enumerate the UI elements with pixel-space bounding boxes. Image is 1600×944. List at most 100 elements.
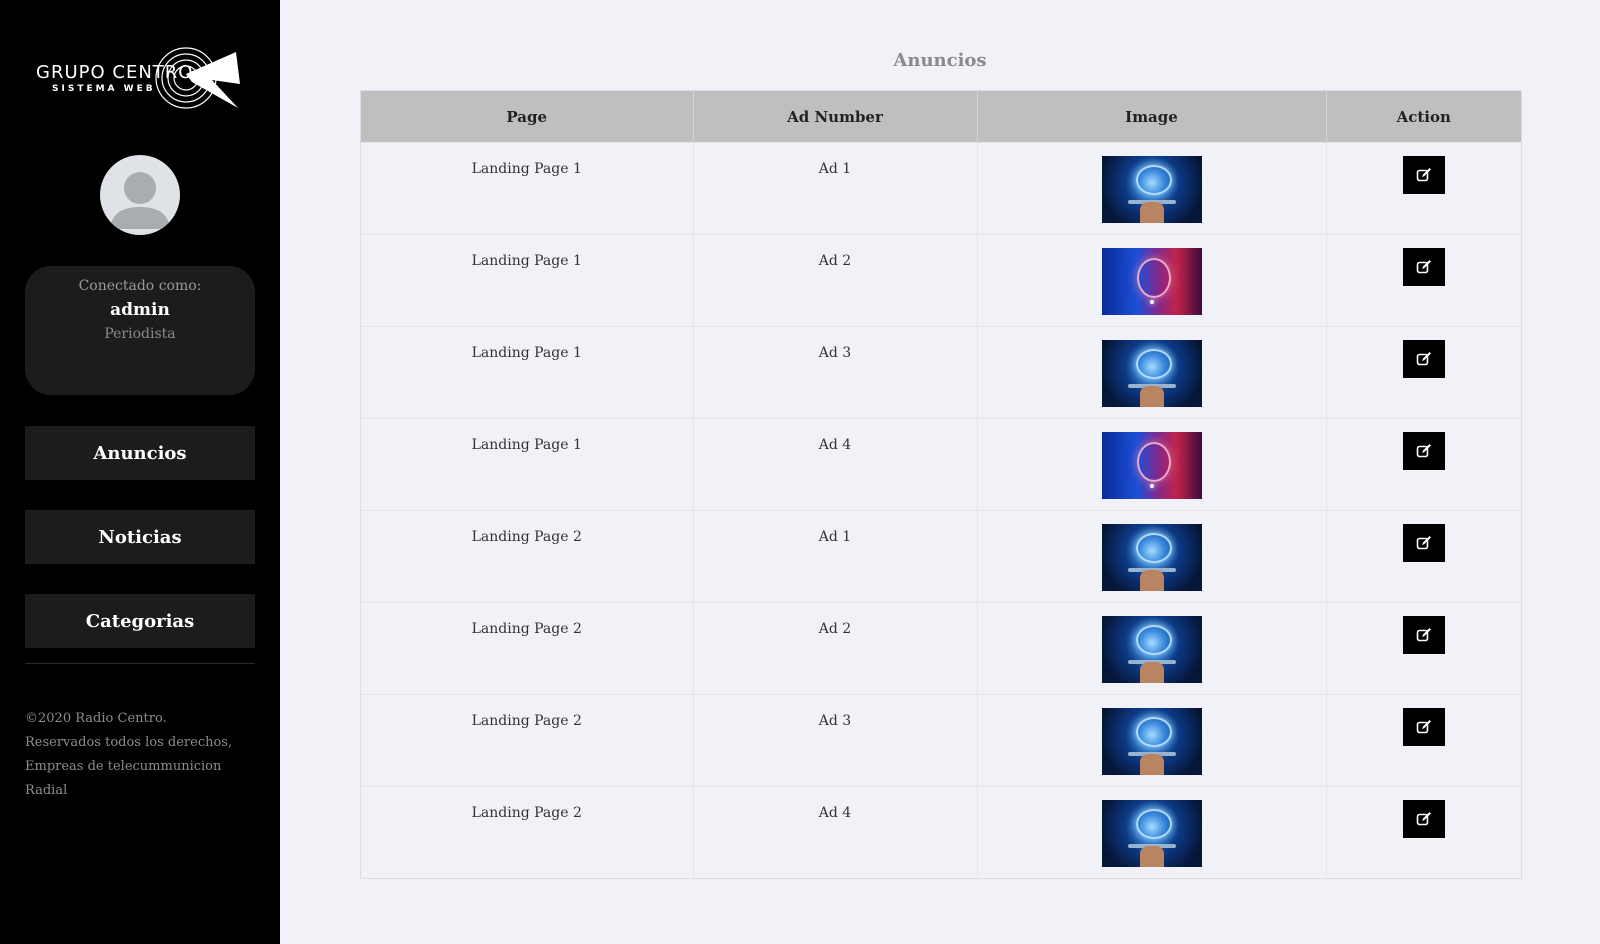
edit-icon — [1416, 812, 1431, 826]
cell-action — [1326, 510, 1521, 603]
cell-page: Landing Page 1 — [361, 326, 694, 419]
column-header-ad-number: Ad Number — [693, 91, 978, 143]
edit-icon — [1416, 352, 1431, 366]
ad-thumbnail — [1101, 432, 1202, 499]
page-title: Anuncios — [893, 50, 987, 71]
cell-page: Landing Page 1 — [361, 234, 694, 327]
footer-copyright: ©2020 Radio Centro. — [25, 711, 167, 726]
ad-number: Ad 3 — [818, 345, 852, 361]
table-header-row: Page Ad Number Image Action — [361, 91, 1521, 143]
nav-item-noticias[interactable]: Noticias — [25, 510, 255, 564]
ad-number: Ad 1 — [818, 161, 852, 177]
cell-action — [1326, 234, 1521, 327]
cell-page: Landing Page 2 — [361, 510, 694, 603]
edit-button[interactable] — [1402, 156, 1445, 194]
cell-image — [977, 142, 1327, 235]
ad-number: Ad 2 — [818, 253, 852, 269]
cell-image — [977, 234, 1327, 327]
edit-icon — [1416, 628, 1431, 642]
user-silhouette-icon — [110, 172, 170, 229]
ad-number: Ad 1 — [818, 529, 852, 545]
user-role: Periodista — [104, 326, 176, 342]
ad-thumbnail — [1101, 524, 1202, 591]
cell-ad-number: Ad 1 — [693, 510, 978, 603]
cell-action — [1326, 142, 1521, 235]
cell-action — [1326, 326, 1521, 419]
nav-item-anuncios[interactable]: Anuncios — [25, 426, 255, 480]
sidebar-divider — [25, 663, 255, 664]
cell-action — [1326, 694, 1521, 787]
edit-icon — [1416, 168, 1431, 182]
cell-page: Landing Page 1 — [361, 418, 694, 511]
cell-ad-number: Ad 4 — [693, 786, 978, 878]
nav-item-categorias[interactable]: Categorias — [25, 594, 255, 648]
user-avatar[interactable] — [100, 155, 180, 235]
username: admin — [110, 300, 170, 320]
footer-rights: Reservados todos los derechos, — [25, 735, 233, 750]
edit-button[interactable] — [1402, 432, 1445, 470]
page-name: Landing Page 1 — [471, 161, 582, 177]
cell-image — [977, 694, 1327, 787]
edit-button[interactable] — [1402, 708, 1445, 746]
column-header-image: Image — [977, 91, 1327, 143]
ad-number: Ad 4 — [818, 805, 852, 821]
ad-thumbnail — [1101, 616, 1202, 683]
cell-image — [977, 510, 1327, 603]
page-name: Landing Page 2 — [471, 713, 582, 729]
page-name: Landing Page 2 — [471, 621, 582, 637]
edit-button[interactable] — [1402, 524, 1445, 562]
cell-action — [1326, 418, 1521, 511]
brand-subtitle: SISTEMA WEB — [52, 84, 156, 94]
cell-image — [977, 418, 1327, 511]
connected-as-label: Conectado como: — [78, 278, 202, 294]
cell-image — [977, 786, 1327, 878]
page-name: Landing Page 2 — [471, 529, 582, 545]
page-name: Landing Page 1 — [471, 437, 582, 453]
brand-logo[interactable]: GRUPO CENTRO SISTEMA WEB — [36, 44, 246, 112]
ad-thumbnail — [1101, 156, 1202, 223]
ad-thumbnail — [1101, 248, 1202, 315]
column-header-action: Action — [1326, 91, 1521, 143]
cell-ad-number: Ad 3 — [693, 326, 978, 419]
footer-company: Empreas de telecummunicion Radial — [25, 759, 222, 798]
cell-page: Landing Page 2 — [361, 694, 694, 787]
page-name: Landing Page 2 — [471, 805, 582, 821]
page-name: Landing Page 1 — [471, 253, 582, 269]
table-row: Landing Page 2 Ad 2 — [361, 602, 1521, 695]
table-row: Landing Page 1 Ad 1 — [361, 142, 1521, 235]
edit-icon — [1416, 260, 1431, 274]
ad-number: Ad 2 — [818, 621, 852, 637]
edit-icon — [1416, 444, 1431, 458]
radio-waves-logo-icon — [155, 47, 240, 109]
table-row: Landing Page 1 Ad 3 — [361, 326, 1521, 419]
cell-page: Landing Page 2 — [361, 786, 694, 878]
ads-table: Page Ad Number Image Action Landing Page… — [360, 90, 1522, 879]
cell-action — [1326, 602, 1521, 695]
edit-icon — [1416, 720, 1431, 734]
table-row: Landing Page 2 Ad 3 — [361, 694, 1521, 787]
cell-ad-number: Ad 4 — [693, 418, 978, 511]
cell-ad-number: Ad 3 — [693, 694, 978, 787]
edit-button[interactable] — [1402, 340, 1445, 378]
ad-thumbnail — [1101, 340, 1202, 407]
cell-ad-number: Ad 1 — [693, 142, 978, 235]
cell-image — [977, 326, 1327, 419]
edit-button[interactable] — [1402, 248, 1445, 286]
ad-thumbnail — [1101, 800, 1202, 867]
cell-page: Landing Page 2 — [361, 602, 694, 695]
user-info-card: Conectado como: admin Periodista — [25, 266, 255, 395]
edit-button[interactable] — [1402, 616, 1445, 654]
sidebar-footer: ©2020 Radio Centro. Reservados todos los… — [25, 707, 265, 803]
page-name: Landing Page 1 — [471, 345, 582, 361]
ad-number: Ad 4 — [818, 437, 852, 453]
cell-page: Landing Page 1 — [361, 142, 694, 235]
edit-icon — [1416, 536, 1431, 550]
edit-button[interactable] — [1402, 800, 1445, 838]
ad-number: Ad 3 — [818, 713, 852, 729]
column-header-page: Page — [361, 91, 694, 143]
cell-ad-number: Ad 2 — [693, 234, 978, 327]
ad-thumbnail — [1101, 708, 1202, 775]
sidebar: GRUPO CENTRO SISTEMA WEB Conectado como:… — [0, 0, 280, 944]
table-row: Landing Page 2 Ad 4 — [361, 786, 1521, 878]
table-row: Landing Page 1 Ad 2 — [361, 234, 1521, 327]
